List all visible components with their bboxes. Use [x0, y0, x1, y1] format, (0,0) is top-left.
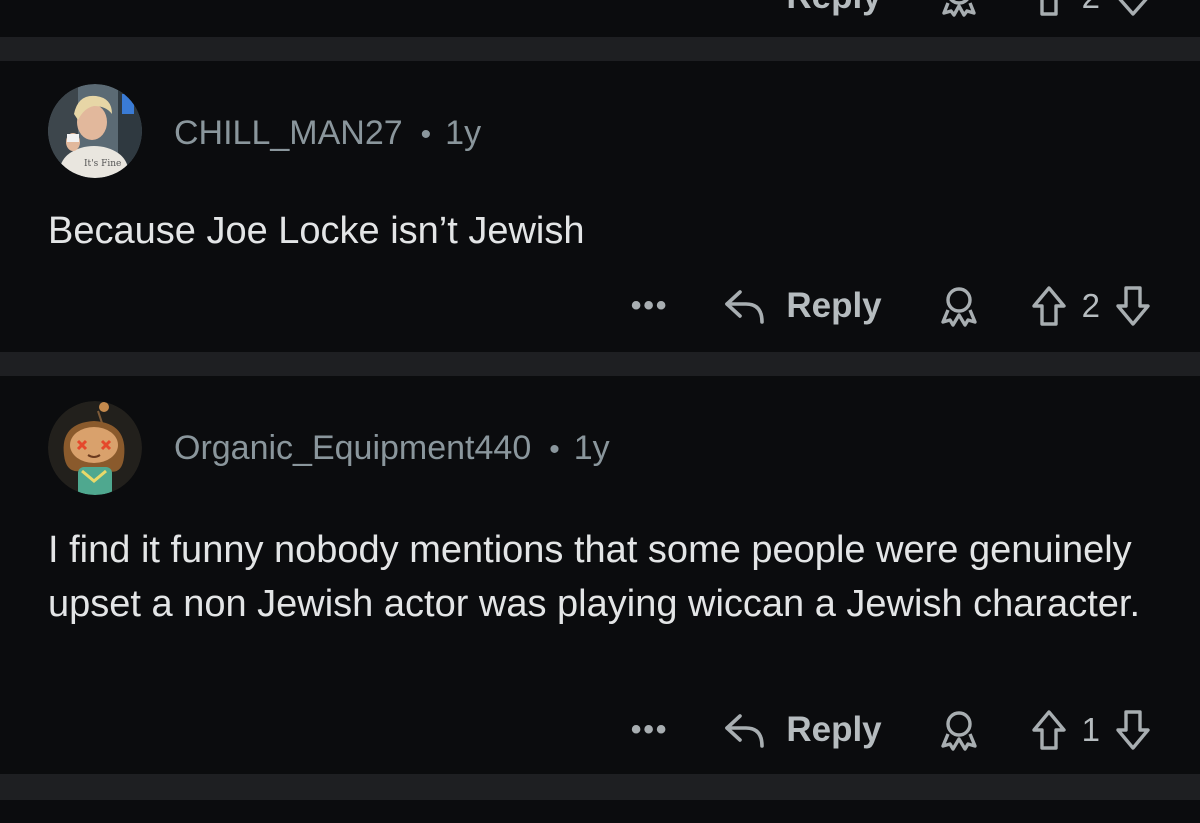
meta-separator: •: [549, 433, 560, 466]
reply-button[interactable]: Reply: [722, 710, 882, 750]
top-award-button[interactable]: [936, 0, 982, 17]
vote-score: 2: [1081, 287, 1100, 324]
vote-controls: 2: [1030, 284, 1152, 328]
avatar[interactable]: [48, 401, 142, 495]
comment-1: It's Fine CHILL_MAN27 • 1y Because Joe L…: [0, 61, 1200, 352]
top-reply-button[interactable]: Reply: [768, 0, 881, 17]
comment-age: 1y: [445, 114, 482, 152]
more-options-icon[interactable]: •••: [631, 715, 669, 745]
comment-separator: [0, 352, 1200, 376]
downvote-arrow-icon[interactable]: [1114, 708, 1152, 752]
vote-controls: 1: [1030, 708, 1152, 752]
downvote-arrow-icon[interactable]: [1114, 0, 1152, 18]
comment-meta: CHILL_MAN27 • 1y: [174, 114, 481, 153]
reply-arrow-icon: [722, 286, 768, 326]
top-vote-controls: 2: [1030, 0, 1152, 18]
meta-separator: •: [420, 118, 432, 151]
reply-label: Reply: [786, 710, 882, 749]
comment-meta: Organic_Equipment440 • 1y: [174, 429, 610, 468]
comment-thread: Reply 2: [0, 0, 1200, 823]
comment-age: 1y: [573, 429, 610, 467]
comment-body: I find it funny nobody mentions that som…: [48, 529, 1140, 625]
downvote-arrow-icon[interactable]: [1114, 284, 1152, 328]
comment-2: Organic_Equipment440 • 1y I find it funn…: [0, 376, 1200, 774]
more-options-icon[interactable]: •••: [631, 291, 669, 321]
award-icon: [936, 285, 982, 327]
reply-arrow-icon: [722, 710, 768, 750]
username[interactable]: Organic_Equipment440: [174, 429, 531, 468]
top-score: 2: [1082, 0, 1100, 16]
comment-actions: ••• Reply 2: [631, 281, 1152, 331]
upvote-arrow-icon[interactable]: [1030, 284, 1068, 328]
username[interactable]: CHILL_MAN27: [174, 114, 403, 153]
award-button[interactable]: [936, 709, 982, 751]
vote-score: 1: [1081, 711, 1100, 748]
upvote-arrow-icon[interactable]: [1030, 708, 1068, 752]
reply-label: Reply: [786, 286, 882, 325]
comment-body: Because Joe Locke isn’t Jewish: [48, 210, 585, 252]
comment-separator: [0, 37, 1200, 61]
reply-button[interactable]: Reply: [722, 286, 882, 326]
comment-separator: [0, 774, 1200, 800]
avatar[interactable]: It's Fine: [48, 84, 142, 178]
top-partial-actions: Reply 2: [768, 0, 1152, 22]
upvote-arrow-icon[interactable]: [1030, 0, 1068, 18]
comment-actions: ••• Reply 1: [631, 705, 1152, 755]
avatar-shirt-caption: It's Fine: [84, 159, 121, 169]
award-icon: [936, 0, 982, 17]
award-icon: [936, 709, 982, 751]
award-button[interactable]: [936, 285, 982, 327]
top-reply-label: Reply: [786, 0, 881, 17]
